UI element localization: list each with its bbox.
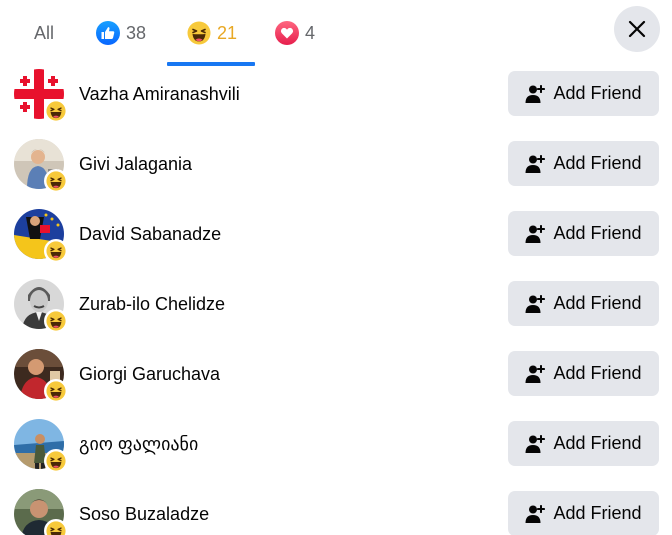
person-name[interactable]: David Sabanadze — [79, 199, 221, 269]
tab-all[interactable]: All — [34, 0, 54, 66]
haha-icon — [44, 519, 68, 535]
tab-love[interactable]: 4 — [275, 0, 315, 66]
person-name[interactable]: Soso Buzaladze — [79, 479, 209, 535]
add-friend-label: Add Friend — [553, 223, 642, 243]
list-item: Soso Buzaladze Add Friend — [0, 479, 672, 535]
list-item: David Sabanadze Add Friend — [0, 199, 672, 269]
haha-icon — [44, 449, 68, 473]
avatar-container[interactable] — [14, 489, 68, 535]
haha-icon — [44, 309, 68, 333]
like-icon — [96, 21, 120, 45]
list-item: Givi Jalagania Add Friend — [0, 129, 672, 199]
person-name[interactable]: Giorgi Garuchava — [79, 339, 220, 409]
haha-icon — [44, 239, 68, 263]
tab-like[interactable]: 38 — [96, 0, 146, 66]
person-name[interactable]: გიო ფალიანი — [79, 409, 198, 479]
add-friend-button[interactable]: Add Friend — [508, 421, 659, 466]
add-friend-label: Add Friend — [553, 433, 642, 453]
add-friend-label: Add Friend — [553, 153, 642, 173]
add-friend-icon — [525, 224, 545, 244]
avatar-container[interactable] — [14, 349, 68, 403]
add-friend-icon — [525, 364, 545, 384]
add-friend-icon — [525, 154, 545, 174]
reaction-tabs: All 38 21 4 — [0, 0, 672, 66]
person-name[interactable]: Givi Jalagania — [79, 129, 192, 199]
list-item: Giorgi Garuchava Add Friend — [0, 339, 672, 409]
add-friend-icon — [525, 294, 545, 314]
add-friend-button[interactable]: Add Friend — [508, 491, 659, 535]
add-friend-button[interactable]: Add Friend — [508, 71, 659, 116]
add-friend-button[interactable]: Add Friend — [508, 141, 659, 186]
tab-like-count: 38 — [126, 22, 147, 43]
list-item: Vazha Amiranashvili Add Friend — [0, 59, 672, 129]
add-friend-icon — [525, 504, 545, 524]
love-icon — [275, 21, 299, 45]
list-item: Zurab-ilo Chelidze Add Friend — [0, 269, 672, 339]
avatar-container[interactable] — [14, 209, 68, 263]
add-friend-button[interactable]: Add Friend — [508, 211, 659, 256]
add-friend-icon — [525, 84, 545, 104]
tab-all-label: All — [34, 22, 55, 43]
tab-haha[interactable]: 21 — [187, 0, 237, 66]
add-friend-label: Add Friend — [553, 503, 642, 523]
list-item: გიო ფალიანი Add Friend — [0, 409, 672, 479]
person-name[interactable]: Vazha Amiranashvili — [79, 59, 240, 129]
add-friend-button[interactable]: Add Friend — [508, 351, 659, 396]
haha-icon — [44, 169, 68, 193]
tab-haha-count: 21 — [217, 22, 238, 43]
add-friend-label: Add Friend — [553, 363, 642, 383]
avatar-container[interactable] — [14, 419, 68, 473]
tab-love-count: 4 — [305, 22, 316, 43]
avatar-container[interactable] — [14, 139, 68, 193]
avatar-container[interactable] — [14, 69, 68, 123]
avatar-container[interactable] — [14, 279, 68, 333]
close-icon — [628, 20, 646, 38]
person-name[interactable]: Zurab-ilo Chelidze — [79, 269, 225, 339]
add-friend-button[interactable]: Add Friend — [508, 281, 659, 326]
haha-icon — [187, 21, 211, 45]
haha-icon — [44, 379, 68, 403]
add-friend-label: Add Friend — [553, 293, 642, 313]
haha-icon — [44, 99, 68, 123]
add-friend-icon — [525, 434, 545, 454]
close-button[interactable] — [614, 6, 660, 52]
add-friend-label: Add Friend — [553, 83, 642, 103]
